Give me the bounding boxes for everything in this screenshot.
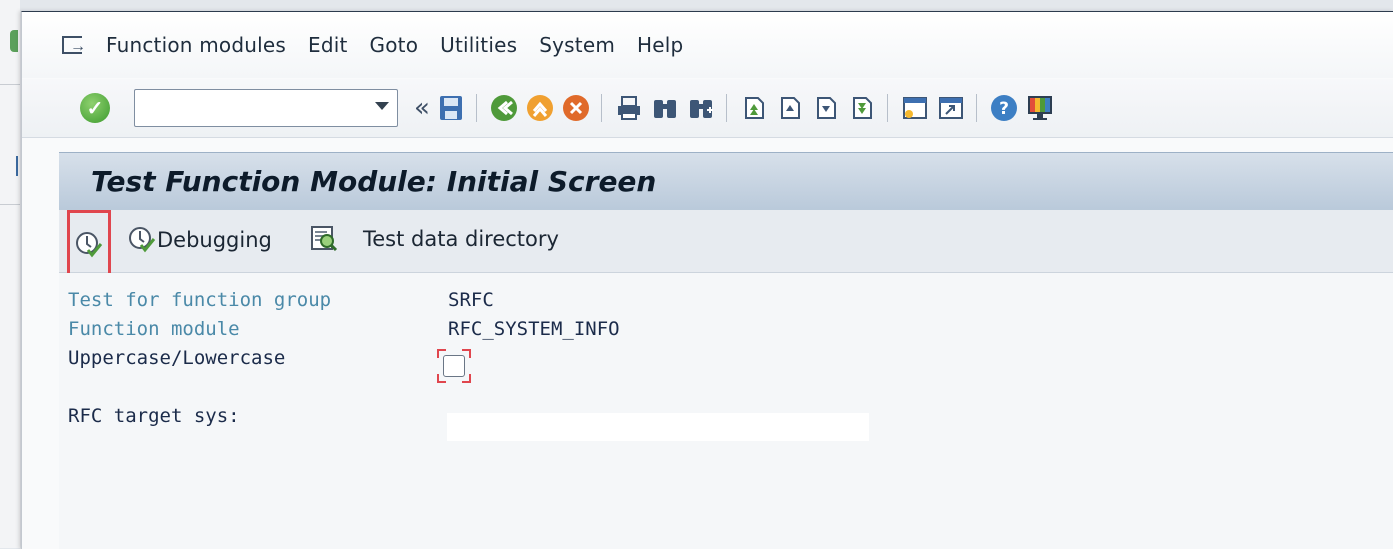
test-data-directory-label: Test data directory [363, 227, 559, 251]
debugging-label: Debugging [157, 228, 272, 252]
page-title: Test Function Module: Initial Screen [91, 165, 657, 198]
toolbar-separator [725, 94, 727, 122]
execute-button[interactable] [67, 210, 111, 280]
first-page-icon[interactable] [739, 93, 769, 123]
create-session-icon[interactable] [900, 93, 930, 123]
test-data-directory-icon [311, 226, 338, 252]
uppercase-lowercase-checkbox[interactable] [437, 349, 471, 383]
menu-edit[interactable]: Edit [308, 33, 348, 57]
save-icon[interactable] [436, 93, 466, 123]
function-module-value: RFC_SYSTEM_INFO [448, 318, 620, 340]
print-icon[interactable] [614, 93, 644, 123]
menu-utilities[interactable]: Utilities [440, 33, 517, 57]
test-for-function-group-value: SRFC [448, 289, 494, 311]
function-module-label: Function module [68, 318, 240, 340]
menu-bar: → Function modules Edit Goto Utilities S… [22, 12, 1393, 78]
command-input[interactable] [141, 90, 365, 124]
execute-icon [76, 232, 103, 258]
background-window-strip [0, 0, 20, 548]
toolbar-separator [975, 94, 977, 122]
previous-page-icon[interactable] [775, 93, 805, 123]
menu-icon[interactable]: → [62, 34, 88, 56]
menu-function-modules[interactable]: Function modules [106, 33, 286, 57]
last-page-icon[interactable] [847, 93, 877, 123]
svg-text:?: ? [999, 99, 1009, 119]
shortcut-icon[interactable] [936, 93, 966, 123]
layout-icon[interactable] [1025, 93, 1055, 123]
background-status-icon [10, 30, 18, 52]
toolbar-separator [600, 94, 602, 122]
background-marker [16, 156, 18, 176]
divider [0, 204, 20, 205]
sap-window: → Function modules Edit Goto Utilities S… [21, 11, 1393, 549]
test-for-function-group-label: Test for function group [68, 289, 332, 311]
standard-toolbar: ✓ « ? [22, 79, 1393, 138]
chevron-down-icon[interactable] [375, 102, 389, 110]
menu-goto[interactable]: Goto [370, 33, 419, 57]
collapse-icon[interactable]: « [414, 93, 430, 123]
ok-icon[interactable]: ✓ [80, 93, 110, 123]
menu-system[interactable]: System [539, 33, 615, 57]
next-page-icon[interactable] [811, 93, 841, 123]
toolbar-separator [886, 94, 888, 122]
exit-icon[interactable] [525, 93, 555, 123]
uppercase-lowercase-label: Uppercase/Lowercase [68, 347, 286, 369]
screen-title-bar: Test Function Module: Initial Screen [59, 152, 1393, 211]
application-toolbar: Debugging Test data directory [59, 210, 1393, 280]
back-icon[interactable] [489, 93, 519, 123]
divider [0, 84, 20, 85]
command-field[interactable] [134, 89, 398, 127]
rfc-target-sys-label: RFC target sys: [68, 405, 240, 427]
debugging-icon [129, 227, 156, 253]
find-next-icon[interactable] [686, 93, 716, 123]
rfc-target-sys-input[interactable] [447, 413, 869, 441]
menu-help[interactable]: Help [637, 33, 683, 57]
test-data-directory-button[interactable]: Test data directory [309, 222, 559, 256]
debugging-button[interactable]: Debugging [127, 224, 272, 256]
help-icon[interactable]: ? [989, 93, 1019, 123]
selection-screen: Test for function group SRFC Function mo… [59, 273, 1393, 549]
find-icon[interactable] [650, 93, 680, 123]
toolbar-separator [475, 94, 477, 122]
cancel-icon[interactable] [561, 93, 591, 123]
